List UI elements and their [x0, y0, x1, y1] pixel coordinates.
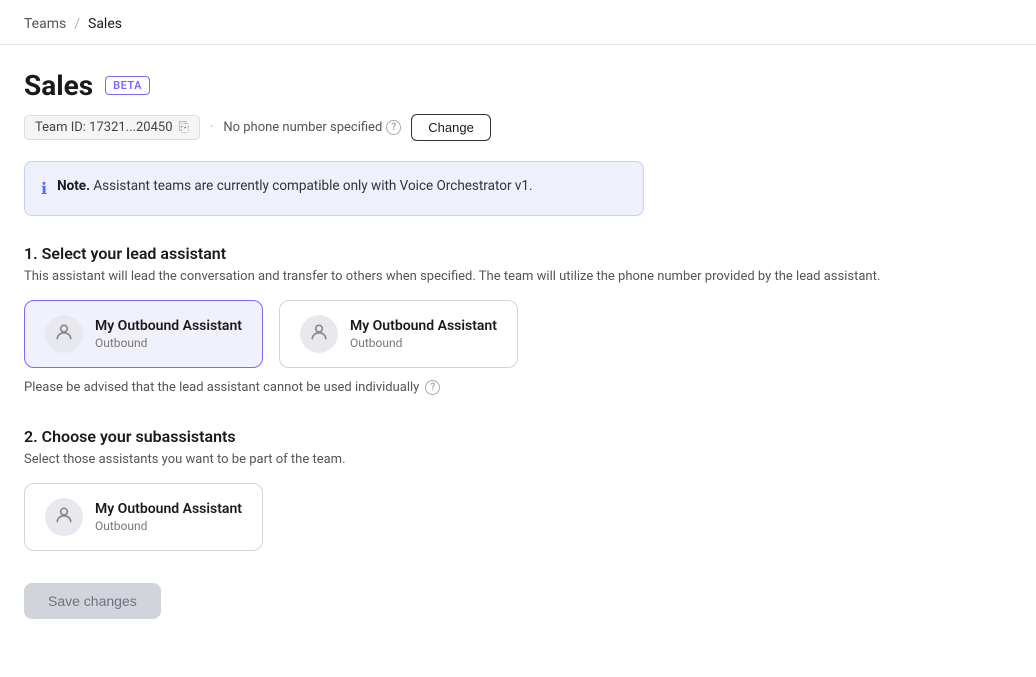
breadcrumb-separator: /	[74, 16, 80, 32]
section-lead-assistant: 1. Select your lead assistant This assis…	[24, 244, 1012, 395]
no-phone-label: No phone number specified ?	[223, 120, 401, 135]
section2-title: 2. Choose your subassistants	[24, 427, 1012, 446]
change-button[interactable]: Change	[411, 114, 491, 141]
subassistant-cards: My Outbound Assistant Outbound	[24, 483, 1012, 551]
breadcrumb-teams-link[interactable]: Teams	[24, 16, 66, 32]
breadcrumb: Teams / Sales	[0, 16, 1036, 45]
meta-row: Team ID: 17321...20450 ⎘ · No phone numb…	[24, 114, 1012, 141]
note-text: Note. Assistant teams are currently comp…	[57, 176, 532, 196]
avatar	[300, 315, 338, 353]
section-subassistants: 2. Choose your subassistants Select thos…	[24, 427, 1012, 551]
lead-note-help-icon[interactable]: ?	[425, 380, 440, 395]
person-icon	[54, 322, 74, 347]
person-icon	[309, 322, 329, 347]
subassistant-card-0[interactable]: My Outbound Assistant Outbound	[24, 483, 263, 551]
team-id-box: Team ID: 17321...20450 ⎘	[24, 115, 200, 140]
section2-subtitle: Select those assistants you want to be p…	[24, 452, 1012, 467]
avatar	[45, 315, 83, 353]
lead-assistant-cards: My Outbound Assistant Outbound My Outbou…	[24, 300, 1012, 368]
page-title: Sales	[24, 69, 93, 102]
lead-note: Please be advised that the lead assistan…	[24, 380, 1012, 395]
team-id-label: Team ID: 17321...20450	[35, 120, 173, 135]
save-changes-button[interactable]: Save changes	[24, 583, 161, 619]
no-phone-help-icon[interactable]: ?	[386, 120, 401, 135]
page-header: Sales BETA	[24, 69, 1012, 102]
section1-title: 1. Select your lead assistant	[24, 244, 1012, 263]
beta-badge: BETA	[105, 76, 150, 95]
lead-assistant-card-0[interactable]: My Outbound Assistant Outbound	[24, 300, 263, 368]
copy-icon[interactable]: ⎘	[179, 120, 189, 135]
person-icon	[54, 505, 74, 530]
avatar	[45, 498, 83, 536]
dot-separator: ·	[210, 120, 213, 135]
lead-assistant-card-1[interactable]: My Outbound Assistant Outbound	[279, 300, 518, 368]
note-box: ℹ Note. Assistant teams are currently co…	[24, 161, 644, 216]
breadcrumb-current: Sales	[88, 16, 122, 32]
info-icon: ℹ	[41, 177, 47, 201]
section1-subtitle: This assistant will lead the conversatio…	[24, 269, 1012, 284]
